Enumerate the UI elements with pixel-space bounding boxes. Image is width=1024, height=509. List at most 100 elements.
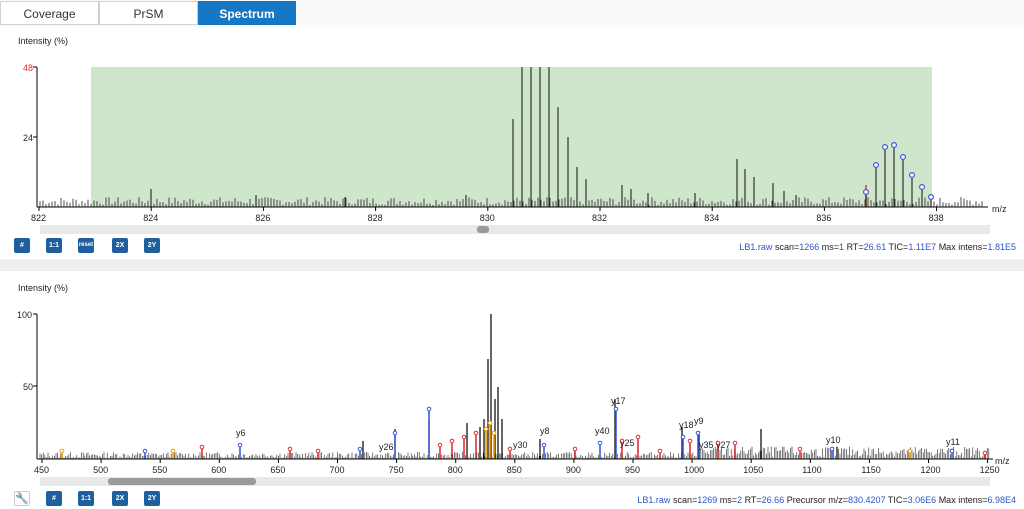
ms2-peak-marker (613, 406, 619, 412)
tab-coverage[interactable]: Coverage (0, 1, 99, 25)
precursor-window-highlight (91, 67, 932, 207)
ms2-x-tick-label: 1050 (743, 465, 763, 475)
ms2-x-tick-label: 1150 (861, 465, 880, 475)
ms1-x-tick-label: 838 (929, 213, 944, 223)
ion-label: y35 (699, 440, 714, 450)
ms1-spectrum-plot[interactable]: Intensity (%) 48 24 822 824 826 828 830 832 83… (0, 27, 1024, 235)
ms2-peak-marker (461, 434, 467, 440)
ion-label: y30 (513, 440, 528, 450)
ms2-peak-marker (507, 446, 513, 452)
ms2-x-tick-label: 600 (211, 465, 226, 475)
ms2-x-tick-label: 550 (152, 465, 167, 475)
ms2-peaks (39, 314, 990, 459)
tab-prsm[interactable]: PrSM (99, 1, 198, 25)
ms2-x-ticks: 450 500 550 600 650 700 750 800 850 900 950 1000 105… (34, 459, 1000, 475)
ms1-panel: Intensity (%) 48 24 822 824 826 828 830 832 83… (0, 27, 1024, 259)
ms1-x-tick-label: 832 (592, 213, 607, 223)
ms2-peak-list-button[interactable]: # (46, 491, 62, 506)
ms2-peak-marker (687, 438, 693, 444)
ms2-x-tick-label: 700 (330, 465, 345, 475)
ion-label: y25 (620, 438, 635, 448)
ms2-peak-marker (657, 448, 663, 454)
ion-label: y18 (679, 420, 694, 430)
ms2-peak-marker (829, 446, 835, 452)
ms2-peak-marker (426, 406, 432, 412)
ms2-x-tick-label: 650 (270, 465, 285, 475)
ms2-peak-marker (572, 446, 578, 452)
ms1-x-tick-label: 830 (480, 213, 495, 223)
ms2-scrollbar-thumb[interactable] (108, 478, 256, 485)
ms2-x-tick-label: 1000 (684, 465, 704, 475)
ms2-peak-marker (315, 448, 321, 454)
ms1-raw-file-link[interactable]: LB1.raw (739, 242, 772, 252)
ms2-peak-marker (170, 448, 176, 454)
ion-label: y10 (826, 435, 841, 445)
ms1-envelope-circle (918, 184, 925, 191)
ms2-peak-marker (59, 448, 65, 454)
ms1-x-unit: m/z (992, 204, 1007, 214)
panel-separator (0, 259, 1024, 271)
ms2-x-tick-label: 1200 (921, 465, 941, 475)
ms2-peak-marker (491, 430, 497, 436)
ms2-peak-marker (487, 420, 493, 426)
ms1-zoom-2y-button[interactable]: 2Y (144, 238, 160, 253)
ms2-peak-marker (597, 440, 603, 446)
ion-label: y9 (694, 416, 704, 426)
ion-label: y40 (595, 426, 610, 436)
ms1-y-axis-label: Intensity (%) (18, 36, 68, 46)
ms2-x-tick-label: 1250 (980, 465, 1000, 475)
ms2-spectrum-plot[interactable]: Intensity (%) y6 y26 y30 y8 y40 y17 y25 y18 y9 y3… (0, 271, 1024, 489)
ms2-x-tick-label: 750 (389, 465, 404, 475)
ms2-raw-file-link[interactable]: LB1.raw (637, 495, 670, 505)
ms1-envelope-circle (881, 143, 888, 150)
ms2-peak-marker (142, 448, 148, 454)
ms2-y-tick-mid: 50 (23, 382, 33, 392)
ms2-peak-marker (949, 448, 955, 454)
ms2-zoom-1to1-button[interactable]: 1:1 (78, 491, 94, 506)
ms2-peak-marker (287, 446, 293, 452)
ion-label: y6 (236, 428, 246, 438)
ms2-peak-marker (199, 444, 205, 450)
ms1-zoom-2x-button[interactable]: 2X (112, 238, 128, 253)
tab-bar: Coverage PrSM Spectrum (0, 0, 1024, 28)
ms1-x-tick-label: 822 (31, 213, 46, 223)
ms1-envelope-circle (899, 153, 906, 160)
ms1-scrollbar-track[interactable] (40, 225, 990, 234)
ms2-y-tick-max: 100 (17, 310, 32, 320)
ms2-zoom-2x-button[interactable]: 2X (112, 491, 128, 506)
ms2-x-tick-label: 950 (625, 465, 640, 475)
wrench-icon[interactable]: 🔧 (14, 491, 30, 506)
ms2-zoom-2y-button[interactable]: 2Y (144, 491, 160, 506)
ms1-reset-button[interactable]: reset (78, 238, 94, 253)
ms1-envelope-circle (872, 162, 879, 169)
ms1-y-tick-max: 48 (23, 63, 33, 73)
ms2-peak-marker (680, 434, 686, 440)
ms1-envelope-circle (927, 194, 934, 201)
ms2-peak-marker (695, 430, 701, 436)
ion-label: y27 (716, 440, 731, 450)
ms2-peak-marker (732, 440, 738, 446)
ms2-x-tick-label: 500 (93, 465, 108, 475)
ms2-peak-marker (392, 430, 398, 436)
ms2-peak-marker (907, 448, 913, 454)
ms1-envelope-circle (862, 189, 869, 196)
ms1-peak-list-button[interactable]: # (14, 238, 30, 253)
ms1-x-tick-label: 828 (368, 213, 383, 223)
ion-label: y17 (611, 396, 626, 406)
ms2-x-tick-label: 1100 (802, 465, 821, 475)
ms2-peak-marker (437, 442, 443, 448)
ms1-y-tick-mid: 24 (23, 133, 33, 143)
tab-spectrum[interactable]: Spectrum (198, 1, 296, 25)
ms1-zoom-1to1-button[interactable]: 1:1 (46, 238, 62, 253)
ms1-scan-info: LB1.raw scan=1266 ms=1 RT=26.61 TIC=1.11… (739, 242, 1016, 252)
ms2-peak-marker (237, 442, 243, 448)
ms1-envelope-circle (890, 141, 897, 148)
ms2-peak-marker (473, 430, 479, 436)
ms2-panel: Intensity (%) y6 y26 y30 y8 y40 y17 y25 y18 y9 y3… (0, 271, 1024, 509)
ms2-x-tick-label: 900 (566, 465, 581, 475)
ms1-scrollbar-thumb[interactable] (477, 226, 489, 233)
ms2-x-tick-label: 850 (507, 465, 522, 475)
ms2-peak-marker (357, 446, 363, 452)
ion-label: y8 (540, 426, 550, 436)
ms1-x-tick-label: 826 (255, 213, 270, 223)
